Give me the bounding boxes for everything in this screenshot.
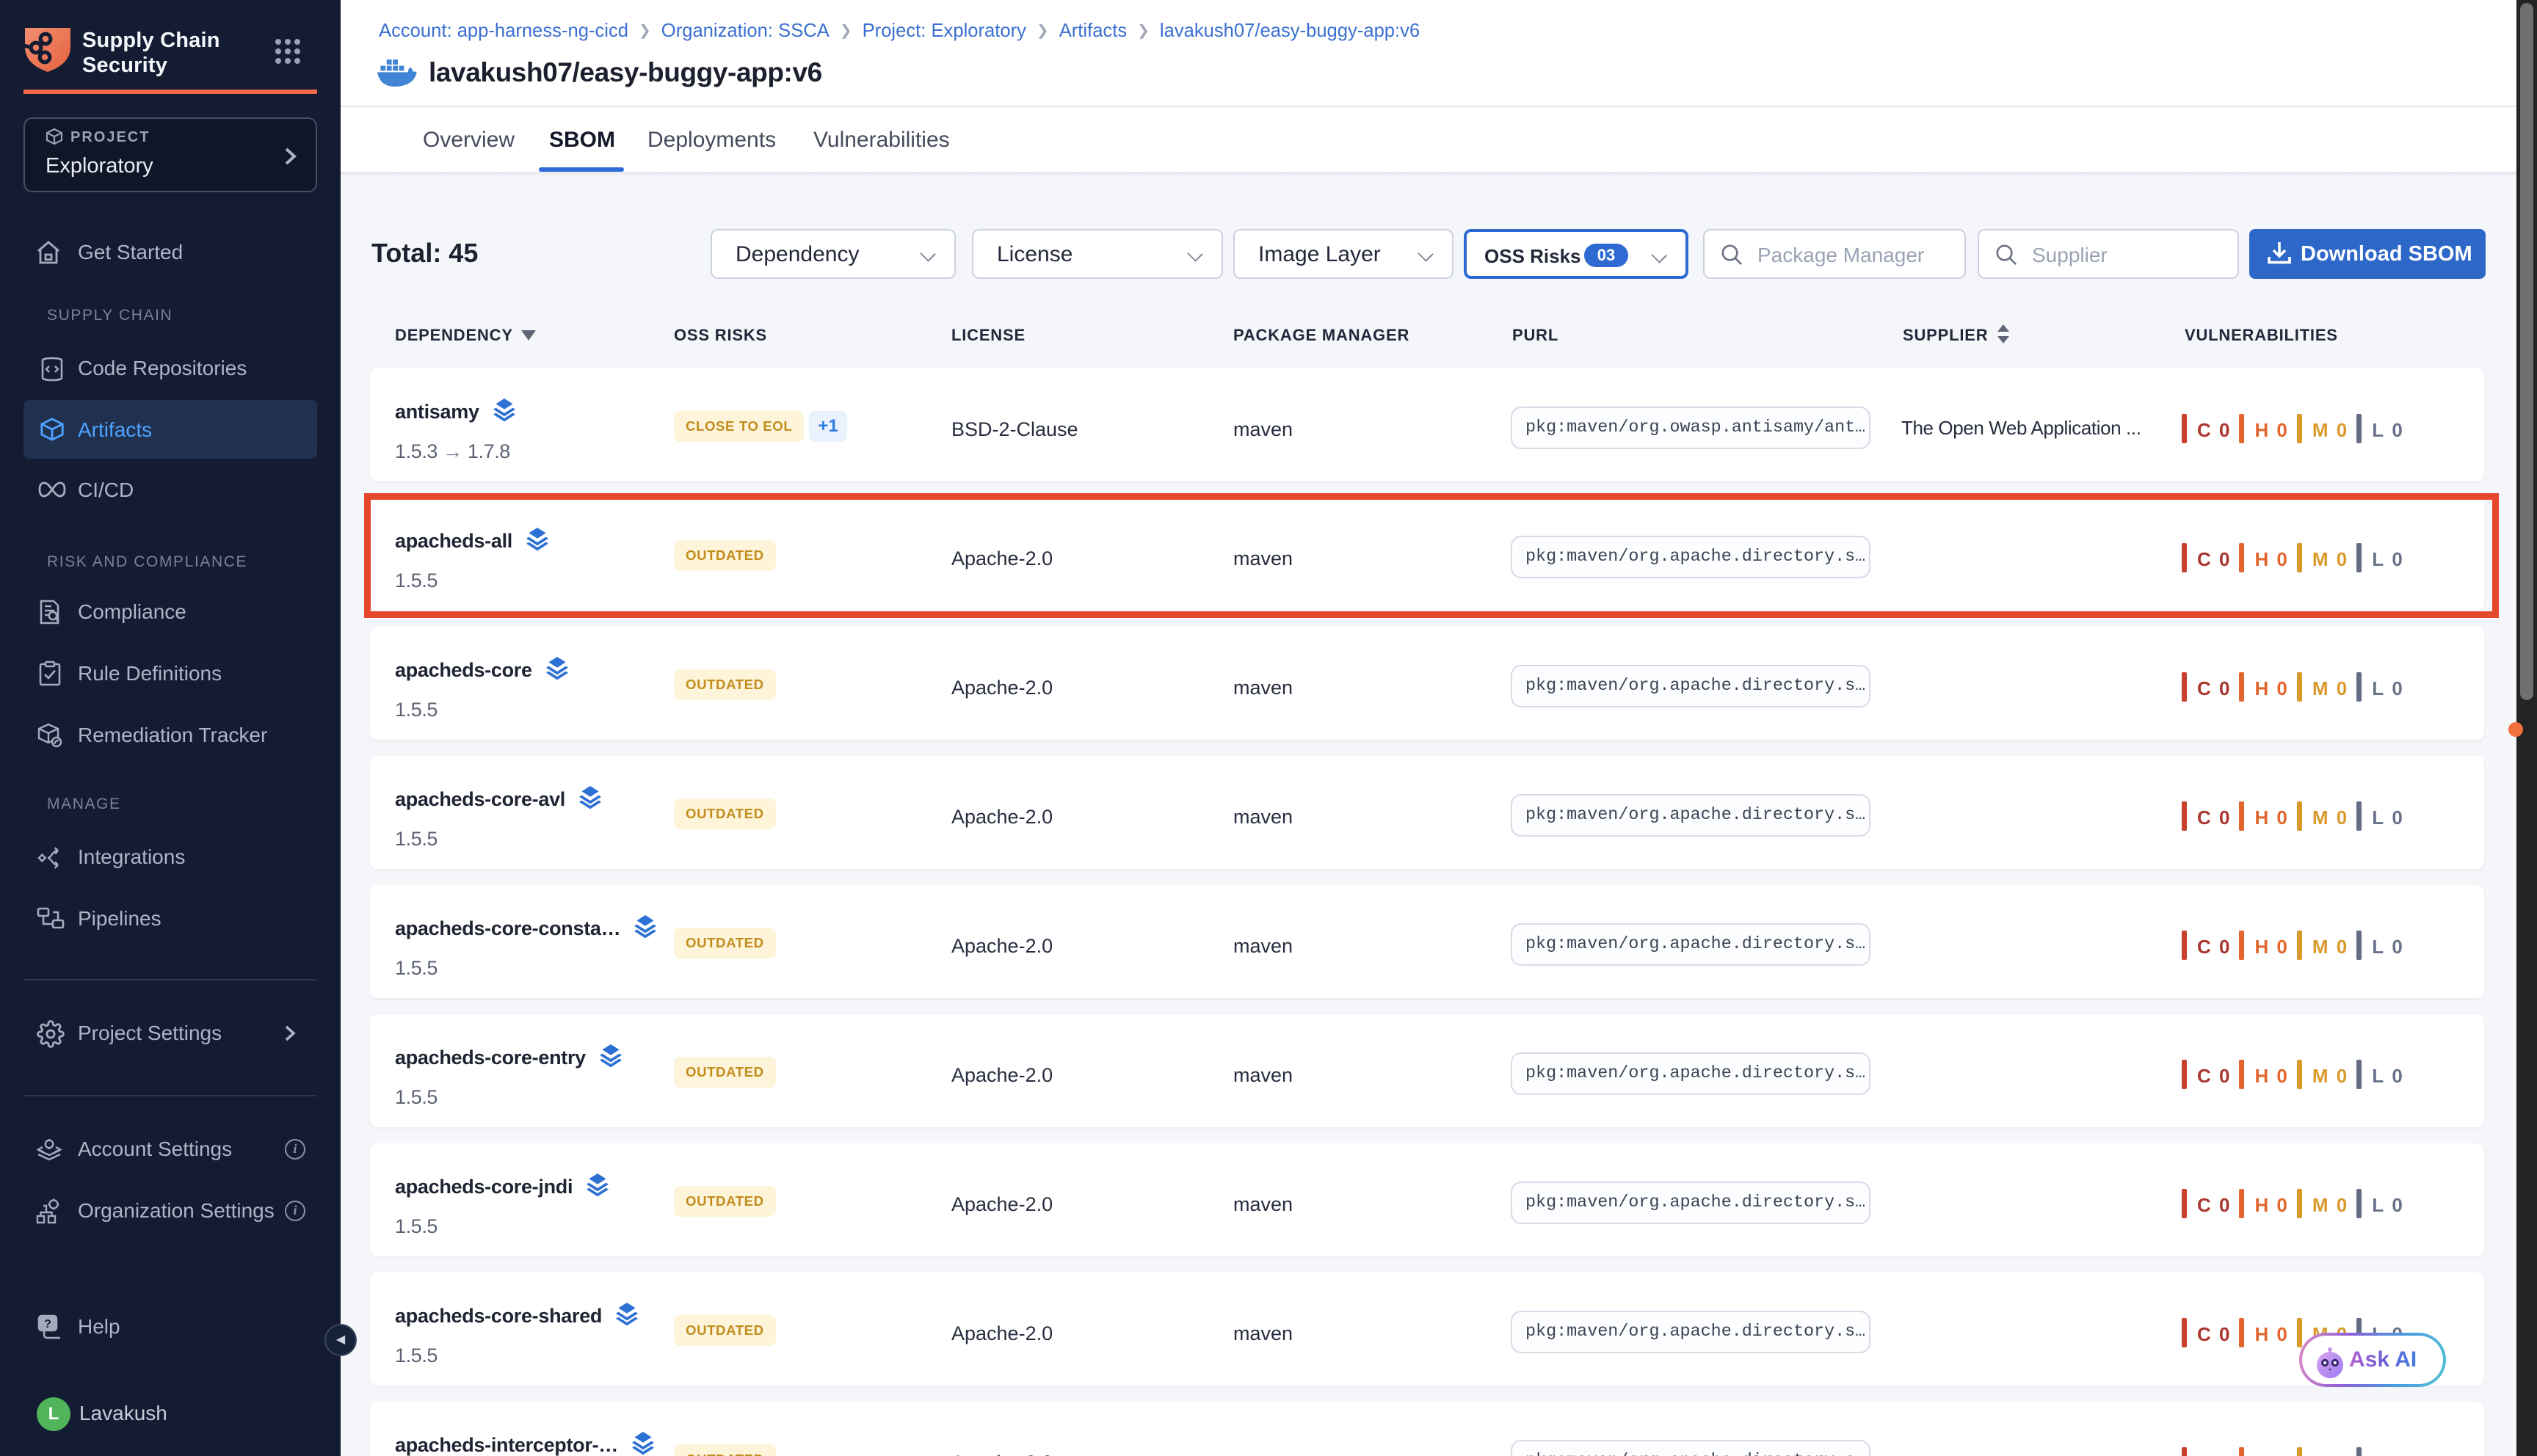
svg-text:?: ?: [44, 1318, 51, 1331]
